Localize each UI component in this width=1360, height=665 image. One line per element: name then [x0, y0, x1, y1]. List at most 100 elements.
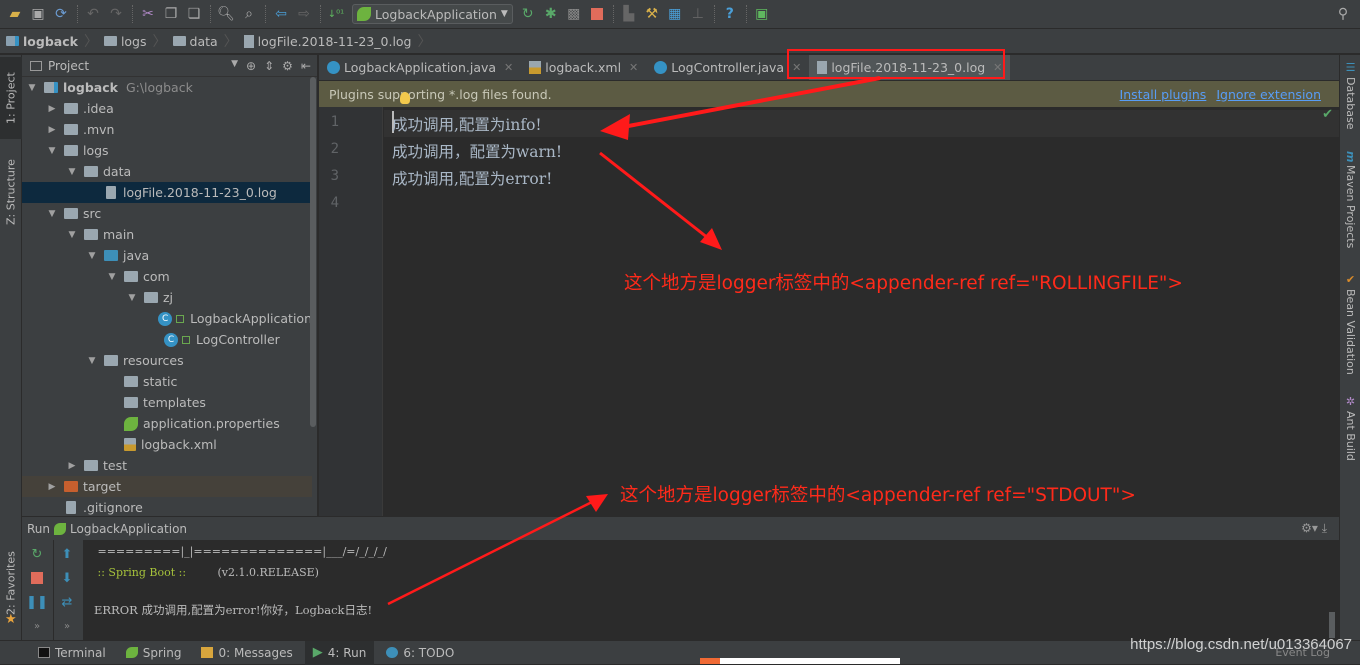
expand-arrow-icon[interactable]: ▼ — [66, 167, 78, 177]
sdk-icon[interactable]: ▦ — [664, 3, 686, 25]
collapse-arrow-icon[interactable]: ▶ — [46, 125, 58, 135]
collapse-arrow-icon[interactable]: ▶ — [46, 482, 58, 492]
project-structure-icon[interactable]: ▙ — [618, 3, 640, 25]
help-icon[interactable]: ? — [719, 3, 741, 25]
run-config-tab[interactable]: LogbackApplication — [70, 522, 187, 536]
tool-tab-database[interactable]: ☰ Database — [1340, 61, 1360, 130]
tree-item[interactable]: ▼ logs — [22, 140, 312, 161]
tab-logback-application[interactable]: LogbackApplication.java ✕ — [319, 55, 521, 80]
breadcrumb-item[interactable]: data 〉 — [172, 31, 238, 51]
tool-tab-ant-build[interactable]: ✲ Ant Build — [1340, 395, 1360, 461]
tree-item[interactable]: ▼ java — [22, 245, 312, 266]
undo-icon[interactable]: ↶ — [82, 3, 104, 25]
debug-icon[interactable]: ✱ — [540, 3, 562, 25]
tool-tab-favorites[interactable]: 2: Favorites — [0, 543, 22, 623]
breadcrumb-item[interactable]: logFile.2018-11-23_0.log 〉 — [243, 31, 432, 51]
rerun-icon[interactable]: ↻ — [517, 3, 539, 25]
tree-item[interactable]: logback.xml — [22, 434, 312, 455]
search-everywhere-icon[interactable]: ⚲ — [1332, 3, 1354, 25]
expand-arrow-icon[interactable]: ▼ — [126, 293, 138, 303]
tree-item[interactable]: C LogController — [22, 329, 312, 350]
tree-item[interactable]: C LogbackApplication — [22, 308, 312, 329]
run-console[interactable]: =========|_|==============|___/=/_/_/_/ … — [84, 540, 1329, 640]
plugin-icon[interactable]: ▣ — [751, 3, 773, 25]
close-icon[interactable]: ✕ — [629, 61, 638, 74]
tree-item[interactable]: ▼ main — [22, 224, 312, 245]
run-config-dropdown[interactable]: LogbackApplication ▼ — [352, 4, 513, 24]
collapse-all-icon[interactable]: ⇕ — [264, 59, 274, 73]
expand-arrow-icon[interactable]: ▼ — [46, 209, 58, 219]
tree-item[interactable]: ▼ resources — [22, 350, 312, 371]
tree-item[interactable]: ▶ test — [22, 455, 312, 476]
stop-icon[interactable] — [586, 3, 608, 25]
locate-icon[interactable]: ⊕ — [246, 59, 256, 73]
scroll-down-icon[interactable]: ⬇ — [57, 568, 77, 588]
close-icon[interactable]: ✕ — [504, 61, 513, 74]
build-icon[interactable]: ↓⁰¹ — [325, 3, 347, 25]
expand-arrow-icon[interactable]: ▼ — [106, 272, 118, 282]
hide-panel-icon[interactable]: ⤓ — [1322, 521, 1327, 535]
sync-icon[interactable]: ⟳ — [50, 3, 72, 25]
tool-tab-structure[interactable]: Z: Structure — [0, 147, 22, 237]
cut-icon[interactable]: ✂ — [137, 3, 159, 25]
tree-item[interactable]: application.properties — [22, 413, 312, 434]
tree-item[interactable]: static — [22, 371, 312, 392]
redo-icon[interactable]: ↷ — [105, 3, 127, 25]
coverage-icon[interactable]: ▩ — [563, 3, 585, 25]
more-icon[interactable]: » — [27, 616, 47, 636]
soft-wrap-icon[interactable]: ⇄ — [57, 592, 77, 612]
collapse-arrow-icon[interactable]: ▶ — [66, 461, 78, 471]
tool-tab-bean-validation[interactable]: ✔ Bean Validation — [1340, 273, 1360, 375]
tree-item[interactable]: ▶ .mvn — [22, 119, 312, 140]
tree-item[interactable]: ▼ src — [22, 203, 312, 224]
ignore-extension-link[interactable]: Ignore extension — [1216, 87, 1321, 102]
tab-logback-xml[interactable]: logback.xml ✕ — [521, 55, 646, 80]
expand-arrow-icon[interactable]: ▼ — [86, 251, 98, 261]
bottom-tab-terminal[interactable]: Terminal — [30, 641, 114, 665]
editor-area[interactable]: 成功调用,配置为info! 成功调用，配置为warn! 成功调用,配置为erro… — [384, 107, 1339, 516]
gear-icon[interactable]: ⚙ — [282, 59, 293, 73]
install-plugins-link[interactable]: Install plugins — [1120, 87, 1207, 102]
expand-arrow-icon[interactable]: ▼ — [26, 83, 38, 93]
hide-panel-icon[interactable]: ⇤ — [301, 59, 311, 73]
tab-log-controller[interactable]: LogController.java ✕ — [646, 55, 809, 80]
tool-tab-maven[interactable]: m Maven Projects — [1340, 151, 1360, 249]
expand-arrow-icon[interactable]: ▼ — [46, 146, 58, 156]
tool-tab-project[interactable]: 1: Project — [0, 57, 22, 139]
forward-icon[interactable]: ⇨ — [293, 3, 315, 25]
more-icon[interactable]: » — [57, 616, 77, 636]
bottom-tab-todo[interactable]: 6: TODO — [378, 641, 462, 665]
rerun-icon[interactable]: ↻ — [27, 544, 47, 564]
tree-item[interactable]: templates — [22, 392, 312, 413]
replace-icon[interactable]: ⌕ — [238, 3, 260, 25]
expand-arrow-icon[interactable]: ▼ — [66, 230, 78, 240]
gear-icon[interactable]: ⚙▾ — [1301, 521, 1318, 535]
tree-item[interactable]: ▶ .idea — [22, 98, 312, 119]
bottom-tab-run[interactable]: ▶ 4: Run — [304, 640, 375, 665]
stop-icon[interactable] — [27, 568, 47, 588]
tree-item[interactable]: ▼ data — [22, 161, 312, 182]
collapse-arrow-icon[interactable]: ▶ — [46, 104, 58, 114]
chevron-down-icon[interactable]: ▼ — [231, 59, 238, 73]
scroll-up-icon[interactable]: ⬆ — [57, 544, 77, 564]
bottom-tab-messages[interactable]: 0: Messages — [193, 641, 300, 665]
project-panel-title[interactable]: Project — [48, 59, 89, 73]
bottom-tab-spring[interactable]: Spring — [118, 641, 190, 665]
paste-icon[interactable]: ❏ — [183, 3, 205, 25]
console-scrollbar[interactable] — [1329, 612, 1335, 638]
lightbulb-icon[interactable] — [400, 92, 410, 104]
save-icon[interactable]: ▣ — [27, 3, 49, 25]
back-icon[interactable]: ⇦ — [270, 3, 292, 25]
copy-icon[interactable]: ❐ — [160, 3, 182, 25]
tree-item[interactable]: .gitignore — [22, 497, 312, 518]
project-scrollbar[interactable] — [310, 77, 316, 427]
expand-arrow-icon[interactable]: ▼ — [86, 356, 98, 366]
tree-item[interactable]: ▼ com — [22, 266, 312, 287]
pause-icon[interactable]: ❚❚ — [26, 592, 48, 612]
vcs-icon[interactable]: ⊥ — [687, 3, 709, 25]
open-icon[interactable]: ▰ — [4, 3, 26, 25]
tree-item[interactable]: ▶ target — [22, 476, 312, 497]
breadcrumb-item[interactable]: logback 〉 — [6, 31, 98, 51]
breadcrumb-item[interactable]: logs 〉 — [103, 31, 167, 51]
tree-item[interactable]: logFile.2018-11-23_0.log — [22, 182, 312, 203]
